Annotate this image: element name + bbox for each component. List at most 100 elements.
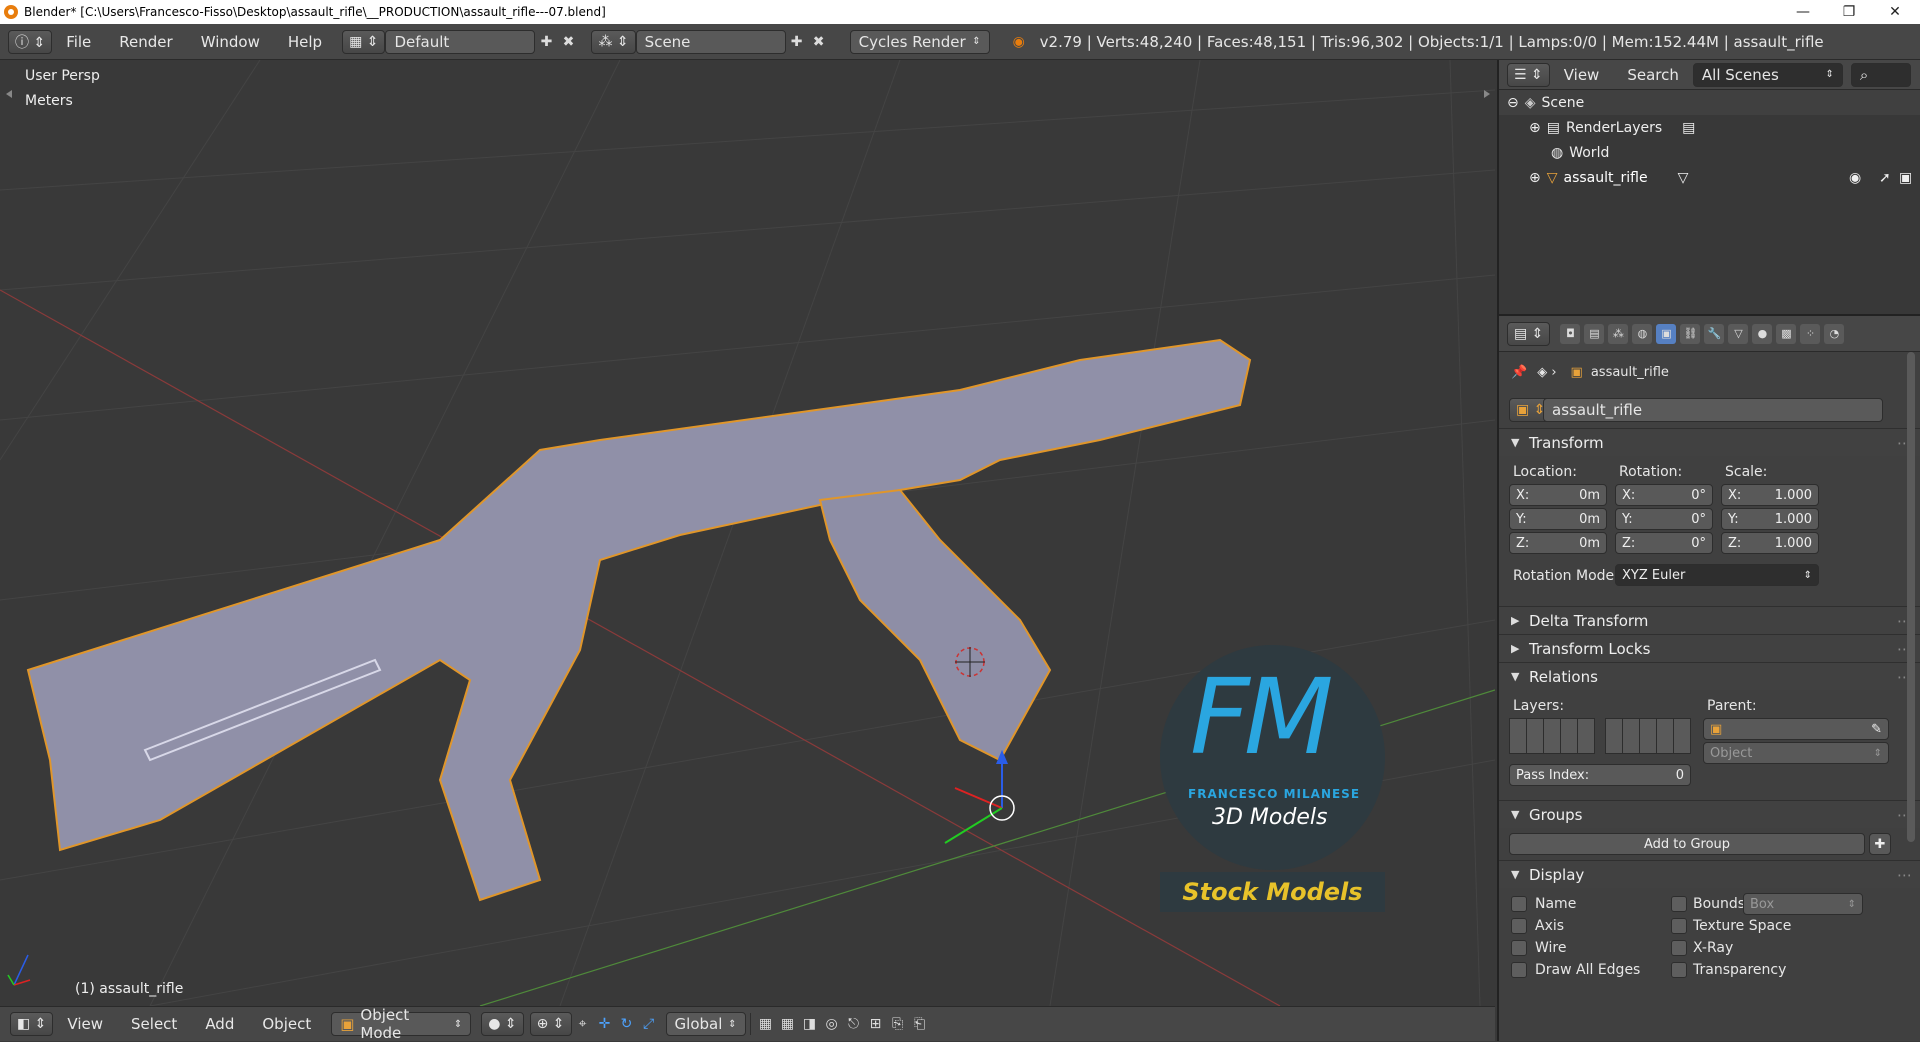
toolshelf-left-expander-icon[interactable] bbox=[6, 90, 12, 98]
remove-scene-icon[interactable]: ✖ bbox=[808, 31, 830, 53]
scale-y-field[interactable]: Y: 1.000 bbox=[1721, 508, 1819, 530]
snap-element-icon[interactable]: ⊞ bbox=[865, 1013, 887, 1035]
scene-layers-2-icon[interactable]: ▦ bbox=[777, 1013, 799, 1035]
bounds-type-select[interactable]: Box ⇕ bbox=[1743, 893, 1863, 915]
scale-manipulator-icon[interactable]: ⤢ bbox=[638, 1013, 660, 1035]
remove-layout-icon[interactable]: ✖ bbox=[557, 31, 579, 53]
scene-tab-icon[interactable]: ⁂ bbox=[1608, 323, 1629, 344]
location-x-field[interactable]: X: 0m bbox=[1509, 484, 1607, 506]
transform-panel-header[interactable]: ▼ Transform ⋯ bbox=[1499, 428, 1920, 456]
outliner-menu-search[interactable]: Search bbox=[1613, 66, 1693, 84]
3d-viewport[interactable]: User Persp Meters (1) assault_rifle FM F… bbox=[0, 60, 1495, 1006]
scene-selector-button[interactable]: ⁂ ⇕ bbox=[591, 29, 636, 54]
layers-grid-b[interactable] bbox=[1605, 718, 1691, 754]
world-tab-icon[interactable]: ◍ bbox=[1632, 323, 1653, 344]
bounds-checkbox[interactable] bbox=[1671, 896, 1687, 912]
physics-tab-icon[interactable]: ◔ bbox=[1824, 323, 1845, 344]
menu-window[interactable]: Window bbox=[187, 33, 274, 51]
mode-select[interactable]: ▣ Object Mode ⇕ bbox=[331, 1006, 472, 1042]
selectability-arrow-icon[interactable]: ➚ bbox=[1879, 170, 1891, 186]
scale-x-field[interactable]: X: 1.000 bbox=[1721, 484, 1819, 506]
outliner-search-input[interactable]: ⌕ bbox=[1850, 62, 1911, 87]
menu-select[interactable]: Select bbox=[117, 1015, 191, 1033]
proportional-edit-icon[interactable]: ◎ bbox=[821, 1013, 843, 1035]
xray-checkbox[interactable] bbox=[1671, 940, 1687, 956]
add-group-plus-icon[interactable]: ✚ bbox=[1869, 833, 1891, 855]
lock-camera-icon[interactable]: ◨ bbox=[799, 1013, 821, 1035]
drag-handle-icon[interactable]: ⋯ bbox=[1897, 866, 1912, 884]
data-tab-icon[interactable]: ▽ bbox=[1728, 323, 1749, 344]
expand-icon[interactable]: ⊕ bbox=[1529, 120, 1541, 136]
add-to-group-button[interactable]: Add to Group bbox=[1509, 833, 1865, 855]
render-layers-tab-icon[interactable]: ▤ bbox=[1584, 323, 1605, 344]
texture-tab-icon[interactable]: ▩ bbox=[1776, 323, 1797, 344]
constraints-tab-icon[interactable]: ⛓ bbox=[1680, 323, 1701, 344]
properties-scrollbar[interactable] bbox=[1907, 352, 1915, 842]
editor-type-properties-button[interactable]: ▤ ⇕ bbox=[1507, 321, 1551, 346]
eyedropper-icon[interactable]: ✎ bbox=[1871, 722, 1882, 737]
render-tab-icon[interactable]: ◘ bbox=[1560, 323, 1581, 344]
editor-type-info-button[interactable]: ⓘ ⇕ bbox=[8, 29, 53, 54]
rotation-y-field[interactable]: Y: 0° bbox=[1615, 508, 1713, 530]
wire-checkbox[interactable] bbox=[1511, 940, 1527, 956]
menu-help[interactable]: Help bbox=[274, 33, 336, 51]
outliner-row-renderlayers[interactable]: ⊕ ▤ RenderLayers ▤ bbox=[1499, 115, 1920, 140]
draw-all-edges-checkbox[interactable] bbox=[1511, 962, 1527, 978]
axis-checkbox[interactable] bbox=[1511, 918, 1527, 934]
toolshelf-expander-icon[interactable] bbox=[1484, 90, 1490, 98]
particles-tab-icon[interactable]: ⁘ bbox=[1800, 323, 1821, 344]
renderability-camera-icon[interactable]: ▣ bbox=[1899, 170, 1912, 186]
y-manipulator-arrow[interactable] bbox=[944, 807, 1003, 844]
parent-field[interactable]: ▣ ✎ bbox=[1703, 718, 1889, 740]
menu-add[interactable]: Add bbox=[191, 1015, 248, 1033]
scale-z-field[interactable]: Z: 1.000 bbox=[1721, 532, 1819, 554]
viewport-shading-button[interactable]: ● ⇕ bbox=[481, 1012, 524, 1036]
maximize-button[interactable]: ❐ bbox=[1826, 0, 1872, 24]
scene-layers-icon[interactable]: ▦ bbox=[755, 1013, 777, 1035]
location-y-field[interactable]: Y: 0m bbox=[1509, 508, 1607, 530]
rotation-x-field[interactable]: X: 0° bbox=[1615, 484, 1713, 506]
rotation-mode-select[interactable]: XYZ Euler ⇕ bbox=[1615, 564, 1819, 586]
snap-toggle-icon[interactable]: ⎋ bbox=[843, 1013, 865, 1035]
pass-index-field[interactable]: Pass Index: 0 bbox=[1509, 764, 1691, 786]
outliner-row-scene[interactable]: ⊖ ◈ Scene bbox=[1499, 90, 1920, 115]
menu-file[interactable]: File bbox=[52, 33, 105, 51]
groups-panel-header[interactable]: ▼ Groups ⋯ bbox=[1499, 800, 1920, 828]
assault-rifle-model[interactable] bbox=[26, 338, 1252, 902]
outliner-row-world[interactable]: ◍ World bbox=[1499, 140, 1920, 165]
modifiers-tab-icon[interactable]: 🔧 bbox=[1704, 323, 1725, 344]
minimize-button[interactable]: — bbox=[1780, 0, 1826, 24]
material-tab-icon[interactable]: ● bbox=[1752, 323, 1773, 344]
visibility-eye-icon[interactable]: ◉ bbox=[1849, 170, 1861, 186]
pivot-point-button[interactable]: ⊕ ⇕ bbox=[529, 1012, 572, 1036]
pin-icon[interactable]: 📌 bbox=[1511, 365, 1527, 380]
location-z-field[interactable]: Z: 0m bbox=[1509, 532, 1607, 554]
menu-view[interactable]: View bbox=[53, 1015, 117, 1033]
transparency-checkbox[interactable] bbox=[1671, 962, 1687, 978]
parent-type-select[interactable]: Object ⇕ bbox=[1703, 742, 1889, 764]
expand-icon[interactable]: ⊕ bbox=[1529, 170, 1541, 186]
screen-layout-field[interactable]: Default bbox=[385, 29, 536, 54]
texture-space-checkbox[interactable] bbox=[1671, 918, 1687, 934]
rotate-manipulator-icon[interactable]: ↻ bbox=[616, 1013, 638, 1035]
screen-layout-button[interactable]: ▦ ⇕ bbox=[342, 29, 386, 54]
editor-type-outliner-button[interactable]: ☰ ⇕ bbox=[1507, 62, 1550, 87]
translate-manipulator-icon[interactable]: ✛ bbox=[594, 1013, 616, 1035]
editor-type-3d-button[interactable]: ◧ ⇕ bbox=[10, 1012, 54, 1036]
outliner-display-select[interactable]: All Scenes ⇕ bbox=[1692, 62, 1843, 87]
render-engine-select[interactable]: Cycles Render ⇕ bbox=[849, 29, 990, 54]
opengl-anim-icon[interactable]: ⎗ bbox=[909, 1013, 931, 1035]
object-tab-icon[interactable]: ▣ bbox=[1656, 323, 1677, 344]
close-button[interactable]: ✕ bbox=[1872, 0, 1918, 24]
add-scene-icon[interactable]: ✚ bbox=[786, 31, 808, 53]
object-name-field[interactable]: assault_rifle bbox=[1543, 398, 1883, 422]
add-layout-icon[interactable]: ✚ bbox=[535, 31, 557, 53]
layers-grid-a[interactable] bbox=[1509, 718, 1595, 754]
display-panel-header[interactable]: ▼ Display ⋯ bbox=[1499, 860, 1920, 888]
transform-locks-panel-header[interactable]: ▶ Transform Locks ⋯ bbox=[1499, 634, 1920, 662]
opengl-render-icon[interactable]: ⎘ bbox=[887, 1013, 909, 1035]
name-checkbox[interactable] bbox=[1511, 896, 1527, 912]
outliner-menu-view[interactable]: View bbox=[1550, 66, 1614, 84]
outliner-row-assault-rifle[interactable]: ⊕ ▽ assault_rifle ▽ ◉ ➚ ▣ bbox=[1499, 165, 1920, 190]
transform-orientation-select[interactable]: Global ⇕ bbox=[665, 1012, 746, 1036]
